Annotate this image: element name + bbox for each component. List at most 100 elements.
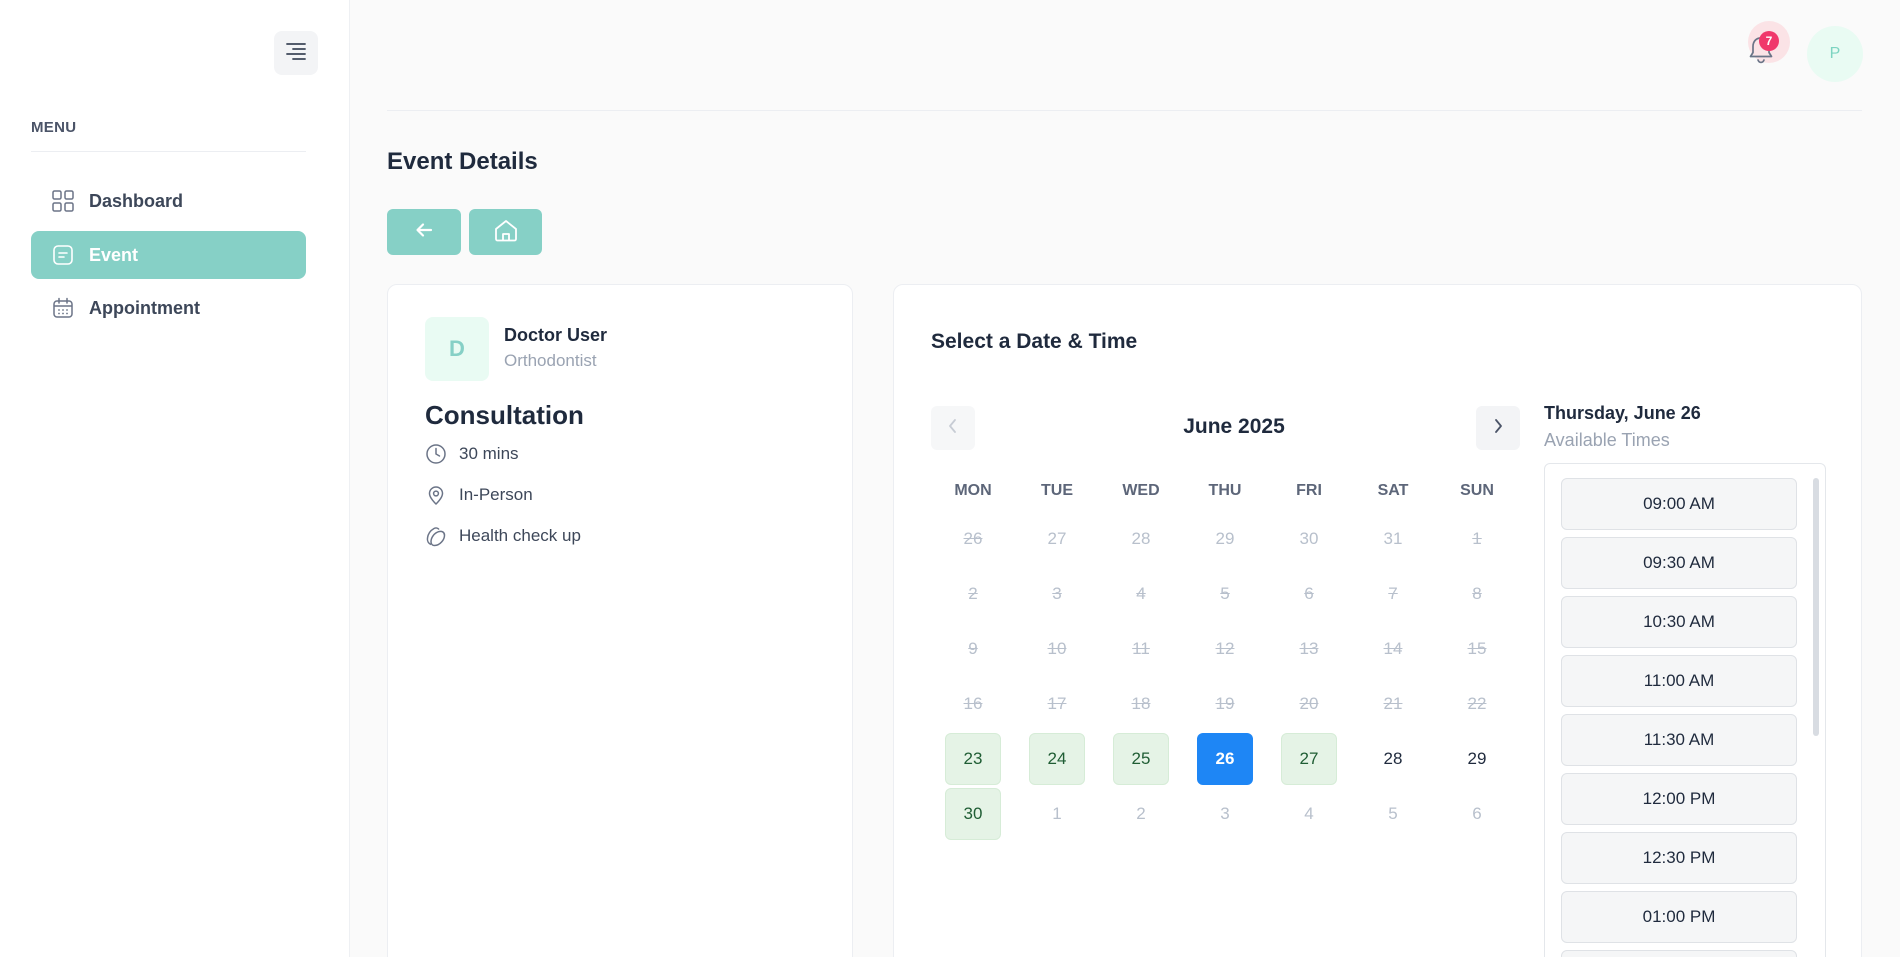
sidebar-item-label: Dashboard: [89, 190, 184, 211]
sidebar-item-label: Event: [89, 244, 139, 265]
calendar-day-cell: 28: [1351, 731, 1435, 786]
event-name: Consultation: [425, 400, 584, 430]
calendar-day[interactable]: 24: [1029, 732, 1085, 785]
weekday-header: SUN: [1460, 482, 1494, 499]
calendar-day: 29: [1215, 528, 1235, 548]
calendar-day: 28: [1131, 528, 1151, 548]
time-slot-scrollbar[interactable]: [1813, 478, 1819, 736]
calendar-day-cell: 9: [931, 621, 1015, 676]
sidebar-item-event[interactable]: Event: [31, 231, 306, 279]
user-avatar[interactable]: P: [1807, 26, 1863, 82]
notification-count-badge: 7: [1759, 31, 1779, 51]
date-time-picker-card: Select a Date & Time June 2025 MON TUE WED…: [893, 284, 1862, 957]
home-button[interactable]: [469, 209, 542, 255]
calendar-day-cell: 29: [1183, 511, 1267, 566]
calendar-day: 27: [1047, 528, 1067, 548]
calendar-day-cell: 29: [1435, 731, 1519, 786]
sidebar: MENU Dashboard Event Appointment: [0, 0, 350, 957]
menu-section-label: MENU: [31, 119, 77, 136]
time-slot-button[interactable]: [1561, 950, 1797, 957]
calendar-day-cell: 19: [1183, 676, 1267, 731]
calendar-day: 3: [1052, 583, 1062, 603]
calendar-day[interactable]: 25: [1113, 732, 1169, 785]
calendar-day-cell: 18: [1099, 676, 1183, 731]
calendar-day-cell: 13: [1267, 621, 1351, 676]
calendar-day-cell: 11: [1099, 621, 1183, 676]
calendar-day-cell: 12: [1183, 621, 1267, 676]
calendar-day: 14: [1383, 638, 1403, 658]
home-icon: [493, 218, 519, 247]
calendar-day-cell: 14: [1351, 621, 1435, 676]
page-title: Event Details: [387, 148, 538, 175]
calendar-day-cell: 30: [931, 786, 1015, 841]
calendar-day: 8: [1472, 583, 1482, 603]
weekday-header: WED: [1122, 482, 1160, 499]
sidebar-item-label: Appointment: [89, 297, 200, 318]
weekday-header: SAT: [1377, 482, 1409, 499]
calendar-day: 4: [1304, 803, 1314, 823]
calendar-day-cell: 21: [1351, 676, 1435, 731]
calendar-week-row: 23 24 25 26 27 28 29: [931, 731, 1521, 786]
calendar-day-cell: 30: [1267, 511, 1351, 566]
calendar-day-selected[interactable]: 26: [1197, 732, 1253, 785]
calendar-day: 13: [1299, 638, 1319, 658]
calendar-day-cell: 27: [1015, 511, 1099, 566]
calendar-day-cell: 15: [1435, 621, 1519, 676]
selected-date-label: Thursday, June 26: [1544, 403, 1701, 423]
calendar-day-cell: 2: [1099, 786, 1183, 841]
calendar-day-cell: 31: [1351, 511, 1435, 566]
calendar-day-cell: 6: [1267, 566, 1351, 621]
event-icon: [51, 243, 75, 267]
calendar-day: 15: [1467, 638, 1487, 658]
time-slot-button[interactable]: 01:00 PM: [1561, 891, 1797, 943]
calendar-day: 1: [1472, 528, 1482, 548]
time-slot-button[interactable]: 09:30 AM: [1561, 537, 1797, 589]
calendar-day[interactable]: 28: [1365, 733, 1421, 785]
weekday-header-row: MON TUE WED THU FRI SAT SUN: [931, 471, 1521, 511]
calendar-day-cell: 6: [1435, 786, 1519, 841]
calendar-day-cell: 4: [1267, 786, 1351, 841]
sidebar-item-dashboard[interactable]: Dashboard: [31, 177, 306, 225]
chevron-left-icon: [947, 418, 959, 439]
calendar-day[interactable]: 23: [945, 732, 1001, 785]
grid-icon: [51, 189, 75, 213]
description-icon: [425, 525, 447, 547]
menu-divider: [31, 151, 306, 152]
calendar-day: 20: [1299, 693, 1319, 713]
time-slot-button[interactable]: 12:00 PM: [1561, 773, 1797, 825]
calendar-day: 21: [1383, 693, 1403, 713]
doctor-name: Doctor User: [504, 325, 608, 345]
time-slot-button[interactable]: 10:30 AM: [1561, 596, 1797, 648]
time-slot-list[interactable]: 09:00 AM 09:30 AM 10:30 AM 11:00 AM 11:30 AM…: [1544, 463, 1826, 957]
event-duration-text: 30 mins: [459, 444, 519, 463]
next-month-button[interactable]: [1476, 406, 1520, 450]
time-slot-button[interactable]: 11:00 AM: [1561, 655, 1797, 707]
calendar-day-cell: 7: [1351, 566, 1435, 621]
time-slot-button[interactable]: 12:30 PM: [1561, 832, 1797, 884]
calendar-week-row: 26 27 28 29 30 31 1: [931, 511, 1521, 566]
back-button[interactable]: [387, 209, 461, 255]
header-divider: [387, 110, 1862, 111]
sidebar-item-appointment[interactable]: Appointment: [31, 284, 306, 332]
calendar-week-row: 2 3 4 5 6 7 8: [931, 566, 1521, 621]
menu-toggle-button[interactable]: [274, 31, 318, 75]
calendar-day: 2: [968, 583, 978, 603]
calendar-day: 17: [1047, 693, 1067, 713]
calendar-day: 10: [1047, 638, 1067, 658]
previous-month-button[interactable]: [931, 406, 975, 450]
event-description-text: Health check up: [459, 526, 581, 545]
calendar-day[interactable]: 27: [1281, 732, 1337, 785]
calendar-day[interactable]: 30: [945, 787, 1001, 840]
weekday-header: THU: [1208, 482, 1242, 499]
calendar-day: 9: [968, 638, 978, 658]
calendar-icon: [51, 296, 75, 320]
doctor-avatar: D: [425, 317, 489, 381]
calendar-day: 26: [963, 528, 983, 548]
arrow-left-icon: [415, 222, 433, 243]
calendar-day-cell: 1: [1015, 786, 1099, 841]
time-slot-button[interactable]: 11:30 AM: [1561, 714, 1797, 766]
event-duration: 30 mins: [425, 443, 519, 465]
time-slot-button[interactable]: 09:00 AM: [1561, 478, 1797, 530]
calendar-day[interactable]: 29: [1449, 733, 1505, 785]
calendar-day-cell: 25: [1099, 731, 1183, 786]
